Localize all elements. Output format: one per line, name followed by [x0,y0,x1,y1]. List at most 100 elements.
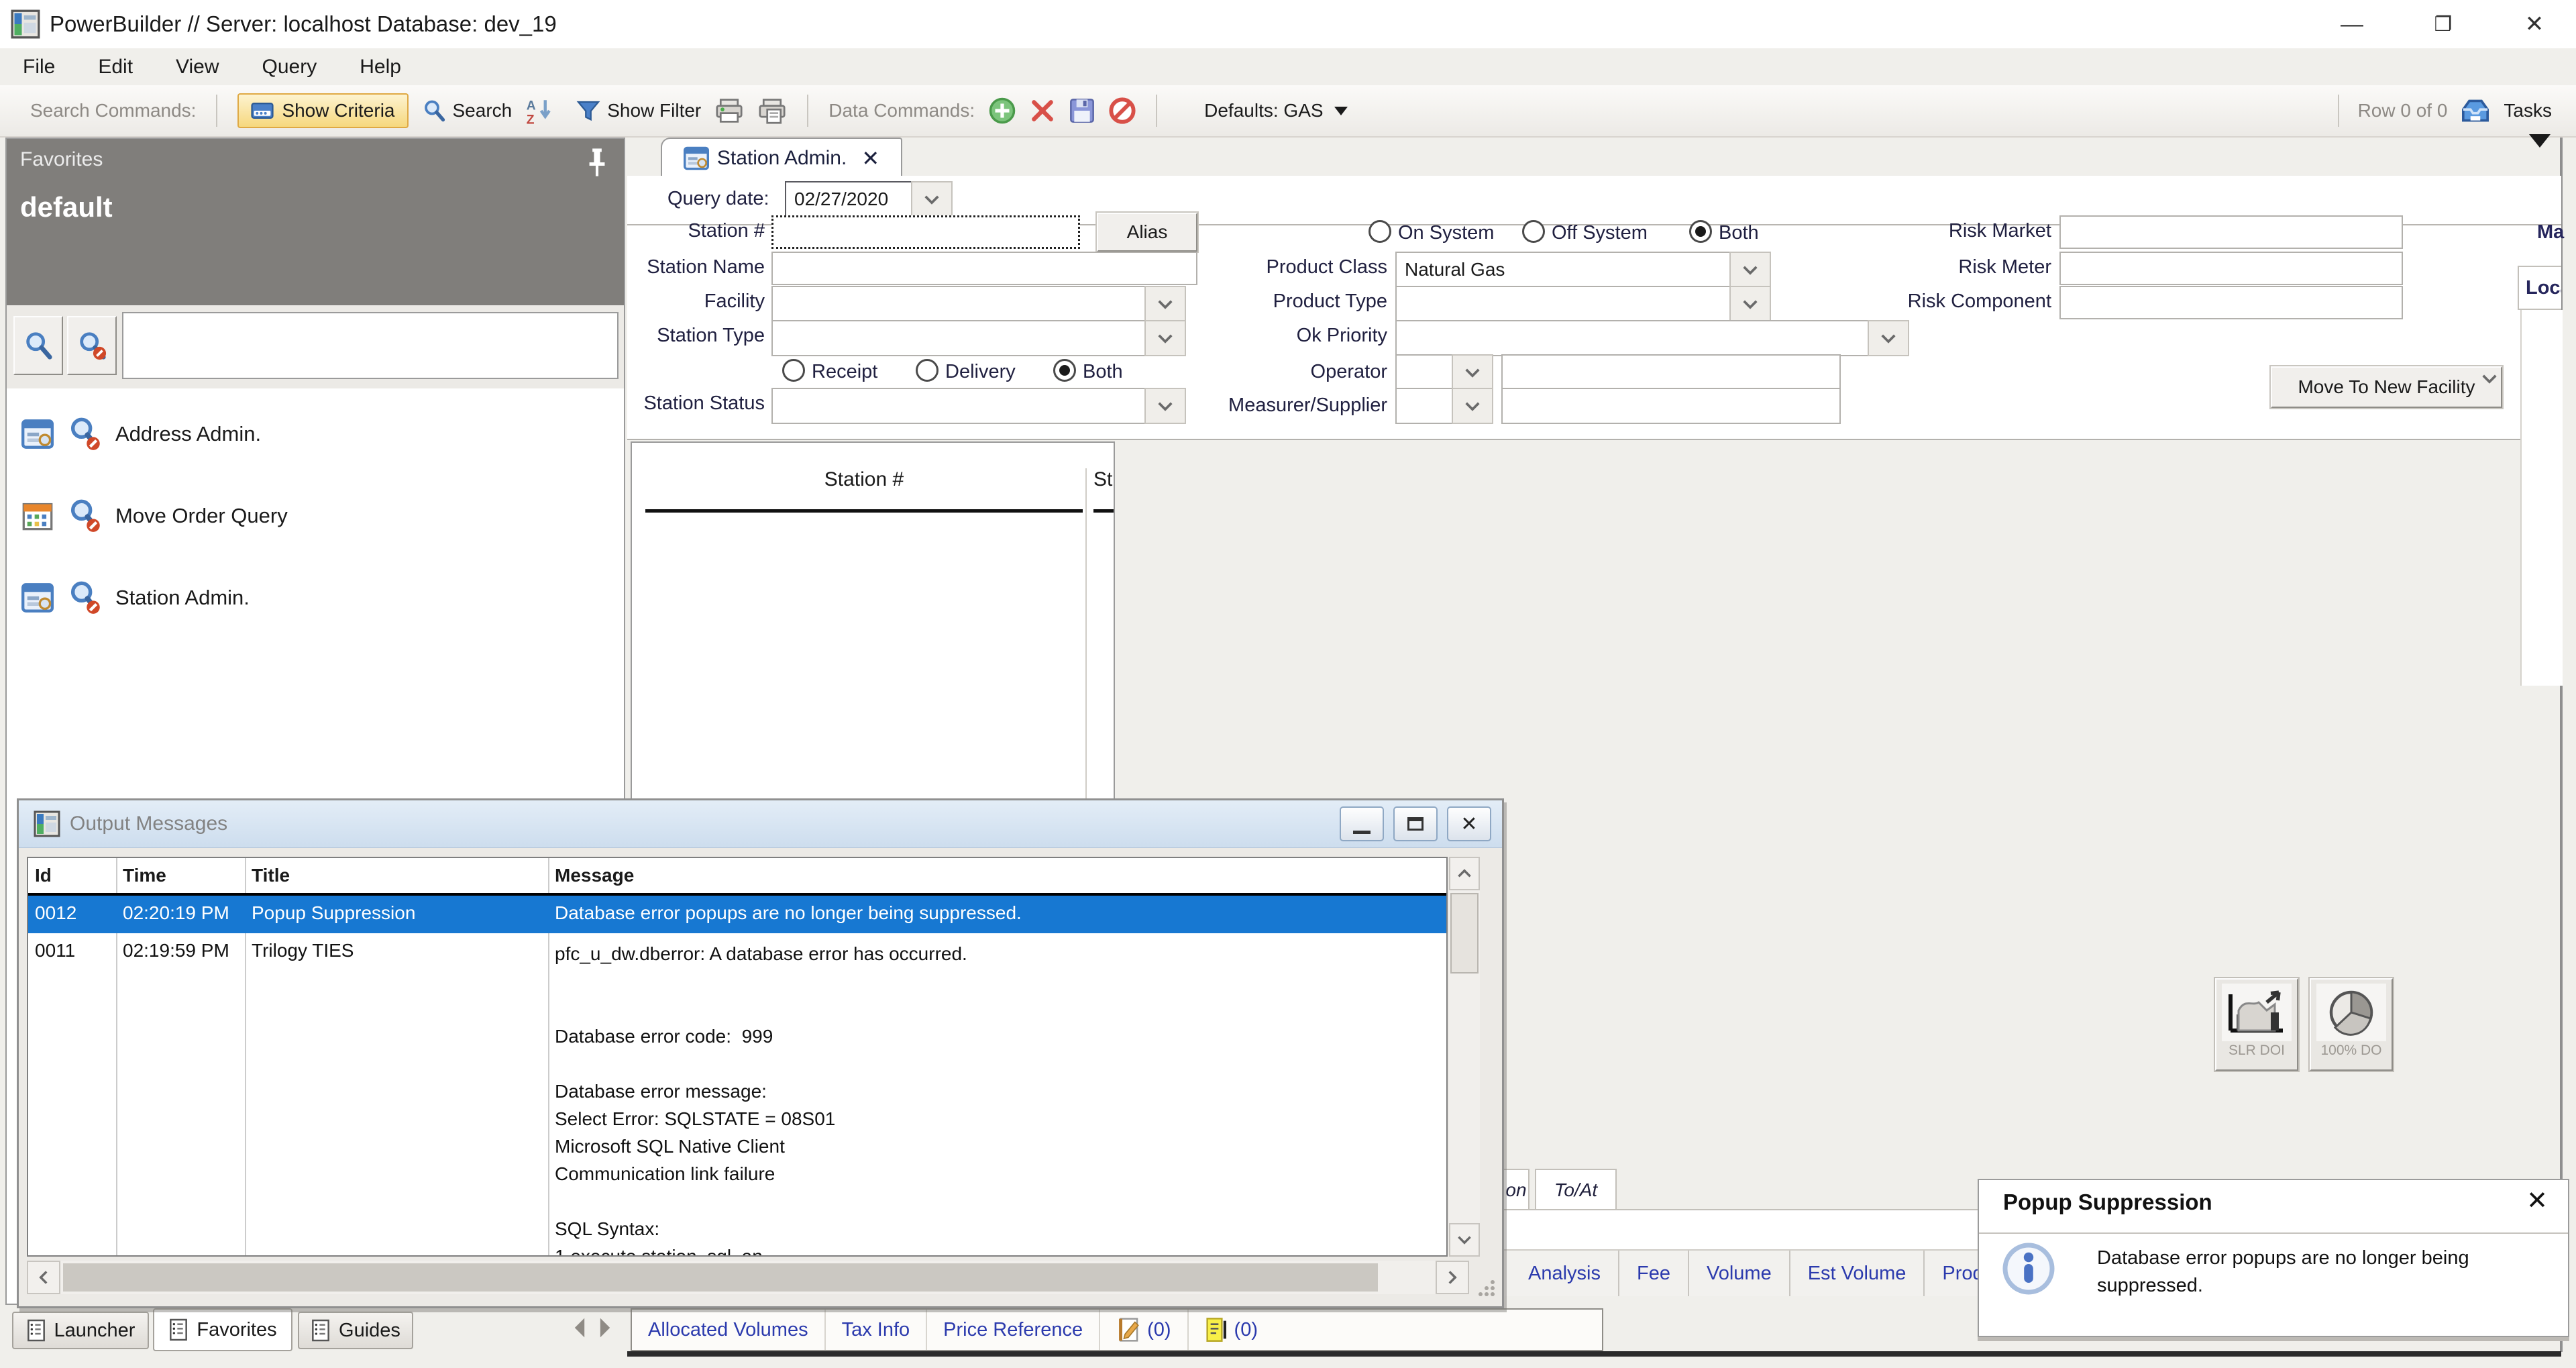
query-date-chevron[interactable] [911,181,953,217]
measurer-input[interactable] [1501,388,1841,424]
tab-fee[interactable]: Fee [1619,1251,1689,1296]
off-system-radio[interactable] [1522,220,1545,243]
show-filter-button[interactable]: Show Filter [576,100,701,122]
tasks-label[interactable]: Tasks [2504,100,2552,121]
dialog-close-button[interactable]: ✕ [1447,806,1491,841]
map-link-cut[interactable]: Ma [2537,221,2564,244]
tab-est-volume[interactable]: Est Volume [1790,1251,1925,1296]
station-type-combo[interactable] [771,320,1186,356]
tab-location-cut[interactable]: Loca [2518,266,2561,310]
col-header-title[interactable]: Title [245,858,548,896]
measurer-combo[interactable] [1395,388,1493,424]
grid-header-station-number[interactable]: Station # [645,468,1083,513]
print-preview-icon[interactable] [757,97,787,124]
print-icon[interactable] [714,97,744,124]
pin-icon[interactable] [586,147,608,178]
delete-row-icon[interactable] [1030,98,1055,123]
both-onoff-radio[interactable] [1689,220,1712,243]
scrollbar-thumb[interactable] [63,1263,1378,1292]
pct-do-button[interactable]: 100% DO [2310,978,2393,1071]
menu-edit[interactable]: Edit [98,56,133,78]
sub-tab-cut[interactable]: on [1503,1169,1529,1210]
product-type-chevron[interactable] [1729,286,1771,322]
dock-scroll-right-arrow[interactable] [597,1316,613,1339]
move-to-new-facility-button[interactable]: Move To New Facility [2271,366,2502,408]
risk-meter-input[interactable] [2059,252,2403,285]
delivery-radio[interactable] [916,359,938,382]
dock-tab-guides[interactable]: Guides [298,1312,413,1349]
menu-query[interactable]: Query [262,56,317,78]
tab-analysis[interactable]: Analysis [1511,1251,1619,1296]
tab-allocated-volumes[interactable]: Allocated Volumes [632,1310,826,1350]
scroll-up-arrow[interactable] [1449,857,1480,890]
tab-close-icon[interactable]: ✕ [861,146,879,171]
station-name-input[interactable] [771,252,1197,285]
search-button[interactable]: Search [422,99,513,123]
sub-tab-to-at[interactable]: To/At [1535,1169,1617,1210]
favorites-search-button[interactable] [13,316,63,375]
combo-chevron-cut[interactable] [2481,373,2520,412]
favorites-item-move-order-query[interactable]: Move Order Query [7,485,624,547]
favorites-item-address-admin[interactable]: Address Admin. [7,403,624,465]
risk-market-input[interactable] [2059,215,2403,249]
product-type-combo[interactable] [1395,286,1771,322]
grid-header-station-name-cut[interactable]: St [1093,468,1114,513]
col-header-id[interactable]: Id [28,858,116,896]
station-status-combo[interactable] [771,388,1186,424]
scroll-down-arrow[interactable] [1449,1223,1480,1257]
product-class-combo[interactable]: Natural Gas [1395,252,1771,288]
both-rd-radio[interactable] [1053,359,1076,382]
tab-volume[interactable]: Volume [1689,1251,1790,1296]
tab-sticky-notes[interactable]: (0) [1189,1310,1274,1350]
tab-station-admin[interactable]: Station Admin. ✕ [661,138,902,177]
notification-close-icon[interactable]: ✕ [2526,1186,2548,1216]
tab-price-reference[interactable]: Price Reference [927,1310,1100,1350]
ok-priority-combo[interactable] [1395,320,1909,356]
scrollbar-thumb[interactable] [1450,893,1479,974]
dialog-titlebar[interactable]: Output Messages ✕ [19,800,1502,848]
dialog-restore-button[interactable] [1393,806,1438,841]
table-row-selected[interactable]: 0012 02:20:19 PM Popup Suppression Datab… [28,896,1446,933]
measurer-chevron[interactable] [1452,388,1493,424]
on-system-radio[interactable] [1368,220,1391,243]
sort-az-icon[interactable]: AZ [525,97,553,125]
operator-chevron[interactable] [1452,354,1493,390]
query-date-combo[interactable]: 02/27/2020 [785,181,953,217]
operator-input[interactable] [1501,354,1841,390]
facility-combo[interactable] [771,286,1186,322]
tab-tax-info[interactable]: Tax Info [826,1310,928,1350]
col-header-message[interactable]: Message [548,858,1446,896]
tab-list-chevron[interactable] [2529,134,2551,151]
menu-help[interactable]: Help [360,56,401,78]
insert-row-icon[interactable] [988,97,1016,125]
resize-grip[interactable] [1477,1278,1497,1302]
dock-tab-launcher[interactable]: Launcher [12,1312,149,1349]
close-button[interactable]: ✕ [2506,5,2563,43]
scroll-right-arrow[interactable] [1436,1261,1469,1294]
save-icon[interactable] [1069,97,1095,124]
dock-scroll-left-arrow[interactable] [572,1316,588,1339]
dock-tab-favorites[interactable]: Favorites [153,1308,292,1351]
horizontal-scrollbar[interactable] [27,1261,1469,1294]
vertical-scrollbar[interactable] [1449,857,1480,1257]
operator-combo[interactable] [1395,354,1493,390]
risk-component-input[interactable] [2059,286,2403,319]
favorites-item-station-admin[interactable]: Station Admin. [7,567,624,629]
slr-doi-button[interactable]: SLR DOI [2215,978,2298,1071]
alias-button[interactable]: Alias [1097,213,1197,252]
scroll-left-arrow[interactable] [27,1261,60,1294]
favorites-clear-search-button[interactable] [67,316,117,375]
favorites-search-input[interactable] [122,312,619,379]
ok-priority-chevron[interactable] [1868,320,1909,356]
product-class-chevron[interactable] [1729,252,1771,288]
menu-view[interactable]: View [176,56,219,78]
tasks-icon[interactable] [2459,97,2491,124]
receipt-radio[interactable] [782,359,805,382]
cancel-changes-icon[interactable] [1109,97,1136,124]
dialog-minimize-button[interactable] [1340,806,1384,841]
maximize-button[interactable]: ❐ [2415,5,2471,43]
minimize-button[interactable]: — [2324,5,2380,43]
col-header-time[interactable]: Time [116,858,245,896]
tab-notes[interactable]: (0) [1100,1310,1188,1350]
station-number-input[interactable] [771,215,1080,249]
